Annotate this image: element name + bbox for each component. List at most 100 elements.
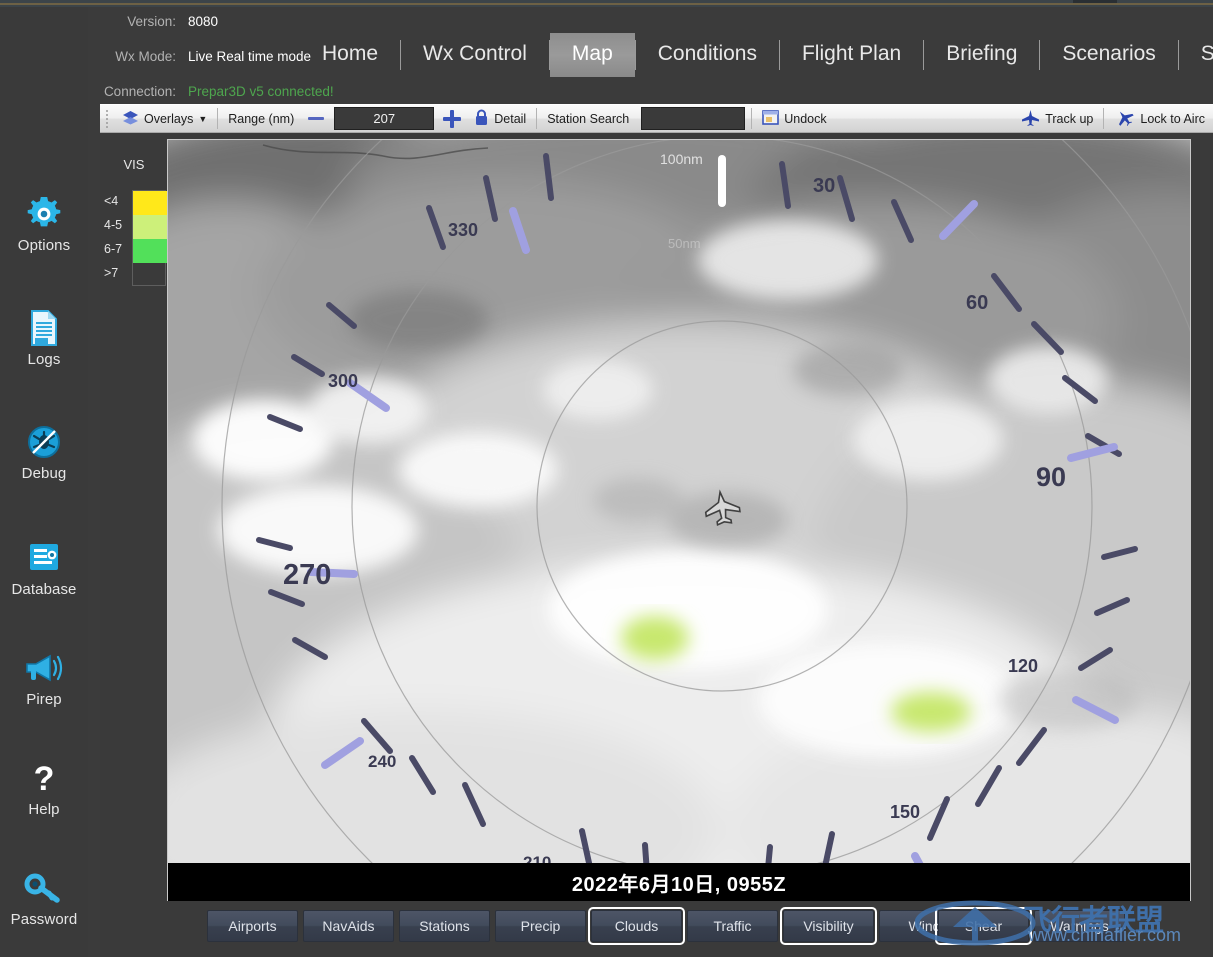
status-key: Version: — [127, 14, 176, 29]
layer-button-precip[interactable]: Precip — [495, 910, 586, 942]
layer-button-shear[interactable]: Shear — [935, 907, 1032, 945]
visibility-legend: VIS <4 4-5 6-7 >7 — [100, 140, 168, 863]
svg-text:?: ? — [34, 760, 55, 798]
legend-swatch-lt4 — [133, 191, 167, 215]
database-icon — [0, 537, 88, 579]
legend-title: VIS — [123, 157, 145, 172]
sidebar-item-database[interactable]: Database — [0, 537, 88, 598]
sidebar-item-password[interactable]: Password — [0, 867, 88, 928]
compass-label-120: 120 — [1008, 656, 1038, 676]
station-search-label: Station Search — [539, 105, 637, 132]
watermark-url: www.chinaflier.com — [1028, 925, 1182, 945]
detail-label: Detail — [494, 111, 527, 126]
sidebar-item-label: Pirep — [26, 691, 62, 708]
tab-flight-plan[interactable]: Flight Plan — [780, 33, 923, 77]
aircraft-tilted-icon — [1114, 109, 1135, 129]
compass-label-270: 270 — [283, 559, 331, 591]
station-search-label-text: Station Search — [547, 111, 630, 126]
main-navigation: Home Wx Control Map Conditions Flight Pl… — [300, 7, 1213, 102]
range-decrease-button[interactable] — [308, 117, 325, 120]
layer-button-airports[interactable]: Airports — [207, 910, 298, 942]
sidebar-item-label: Database — [11, 581, 77, 598]
sidebar-item-label: Password — [10, 911, 78, 928]
undock-button[interactable]: Undock — [754, 105, 834, 132]
legend-color-stack — [132, 190, 167, 287]
layer-button-visibility[interactable]: Visibility — [780, 907, 877, 945]
status-key: Wx Mode: — [115, 49, 176, 64]
overlays-button[interactable]: Overlays ▼ — [114, 105, 215, 132]
station-search-input[interactable] — [641, 107, 746, 130]
range-ring-label-50nm: 50nm — [668, 236, 701, 251]
lock-icon — [474, 109, 489, 129]
map-timestamp-bar: 2022年6月10日, 0955Z — [168, 863, 1190, 901]
sidebar-item-help[interactable]: ? Help — [0, 757, 88, 818]
undock-label: Undock — [784, 111, 827, 126]
tab-conditions[interactable]: Conditions — [636, 33, 779, 77]
map-toolbar: Overlays ▼ Range (nm) 207 Detail Station… — [100, 104, 1213, 133]
legend-swatch-6-7 — [133, 239, 167, 263]
status-panel: Version: 8080 Wx Mode: Live Real time mo… — [88, 7, 334, 169]
key-icon — [0, 867, 88, 909]
sidebar-item-label: Debug — [21, 465, 67, 482]
window-accent-strip — [0, 0, 1213, 7]
compass-label-90: 90 — [1036, 462, 1066, 492]
left-sidebar: Options Logs Debug Database Pirep ? Help… — [0, 7, 88, 957]
sidebar-item-logs[interactable]: Logs — [0, 307, 88, 368]
chevron-down-icon: ▼ — [198, 113, 208, 124]
status-row-wx-mode: Wx Mode: Live Real time mode — [88, 48, 311, 65]
toolbar-separator — [751, 108, 753, 129]
sidebar-item-label: Options — [17, 237, 71, 254]
tab-home[interactable]: Home — [300, 33, 400, 77]
range-increase-button[interactable] — [443, 109, 462, 128]
layer-button-navaids[interactable]: NavAids — [303, 910, 394, 942]
debug-bug-icon — [0, 421, 88, 463]
toolbar-separator — [536, 108, 538, 129]
range-label: Range (nm) — [220, 105, 302, 132]
range-value-field[interactable]: 207 — [334, 107, 435, 130]
detail-button[interactable]: Detail — [466, 105, 534, 132]
compass-label-210: 210 — [523, 853, 551, 863]
tab-map[interactable]: Map — [549, 32, 635, 77]
track-up-button[interactable]: Track up — [1013, 105, 1101, 132]
legend-label: >7 — [104, 266, 119, 280]
status-value: Live Real time mode — [188, 49, 312, 64]
layer-button-traffic[interactable]: Traffic — [687, 910, 778, 942]
satellite-cloud-layer: 100nm 50nm 30 60 90 120 150 210 240 270 … — [168, 140, 1190, 863]
layer-button-stations[interactable]: Stations — [399, 910, 490, 942]
layer-button-clouds[interactable]: Clouds — [588, 907, 685, 945]
gear-icon — [0, 193, 88, 235]
range-label-text: Range (nm) — [228, 111, 295, 126]
map-panel: VIS <4 4-5 6-7 >7 100nm 50nm 30 60 90 12… — [100, 133, 1213, 901]
tab-scenarios[interactable]: Scenarios — [1040, 33, 1177, 77]
compass-label-30: 30 — [813, 175, 835, 197]
compass-label-330: 330 — [448, 220, 478, 240]
aircraft-up-icon — [1021, 109, 1040, 129]
legend-swatch-4-5 — [133, 215, 167, 239]
sidebar-item-label: Logs — [27, 351, 61, 368]
sidebar-item-options[interactable]: Options — [0, 193, 88, 254]
status-key: Connection: — [103, 84, 176, 99]
toolbar-grip[interactable] — [104, 108, 112, 129]
map-timestamp: 2022年6月10日, 0955Z — [571, 873, 787, 896]
toolbar-separator — [217, 108, 219, 129]
track-up-label: Track up — [1045, 111, 1094, 126]
layers-icon — [122, 110, 139, 128]
tab-wx-control[interactable]: Wx Control — [401, 33, 549, 77]
map-canvas[interactable]: 100nm 50nm 30 60 90 120 150 210 240 270 … — [168, 140, 1190, 863]
document-logs-icon — [0, 307, 88, 349]
compass-label-240: 240 — [368, 752, 396, 771]
legend-label: 6-7 — [104, 242, 123, 256]
sidebar-item-pirep[interactable]: Pirep — [0, 647, 88, 708]
lock-to-aircraft-button[interactable]: Lock to Airc — [1106, 105, 1213, 132]
legend-swatch-gt7 — [133, 263, 167, 287]
tab-search[interactable]: Sea — [1179, 33, 1213, 77]
sidebar-item-debug[interactable]: Debug — [0, 421, 88, 482]
undock-window-icon — [762, 109, 780, 128]
compass-label-300: 300 — [328, 371, 358, 391]
status-row-version: Version: 8080 — [88, 13, 298, 30]
window-accent-nub — [1073, 0, 1117, 3]
sidebar-item-label: Help — [28, 801, 60, 818]
toolbar-separator — [1103, 108, 1105, 129]
tab-briefing[interactable]: Briefing — [924, 33, 1039, 77]
status-row-connection: Connection: Prepar3D v5 connected! — [88, 83, 334, 100]
